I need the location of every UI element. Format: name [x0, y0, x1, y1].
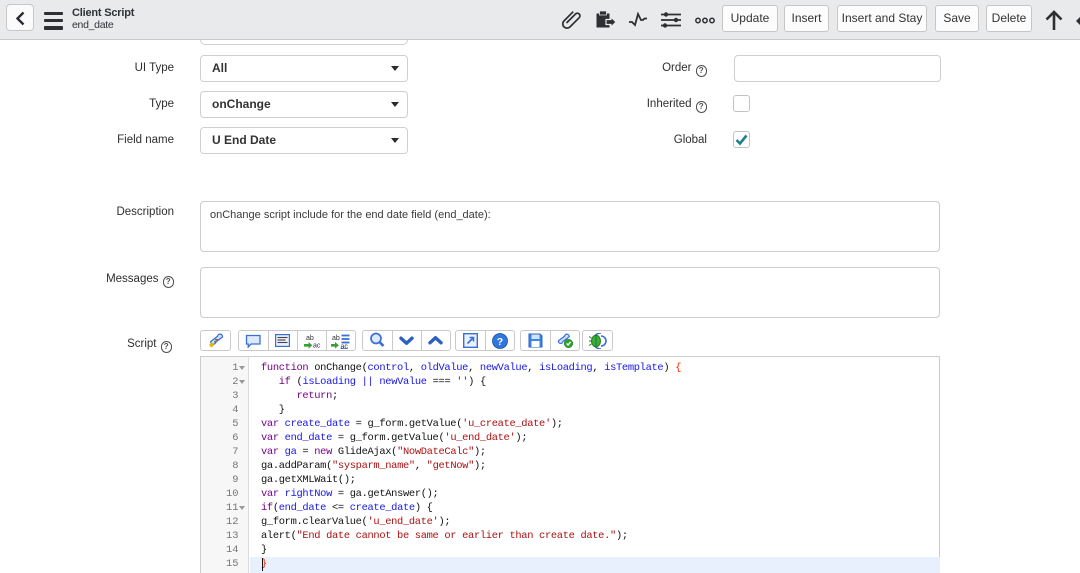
svg-text:ac: ac — [313, 342, 321, 349]
svg-text:?: ? — [497, 336, 503, 348]
svg-text:ac: ac — [341, 343, 349, 349]
svg-text:ab: ab — [306, 335, 314, 342]
svg-text:ab: ab — [332, 335, 340, 342]
